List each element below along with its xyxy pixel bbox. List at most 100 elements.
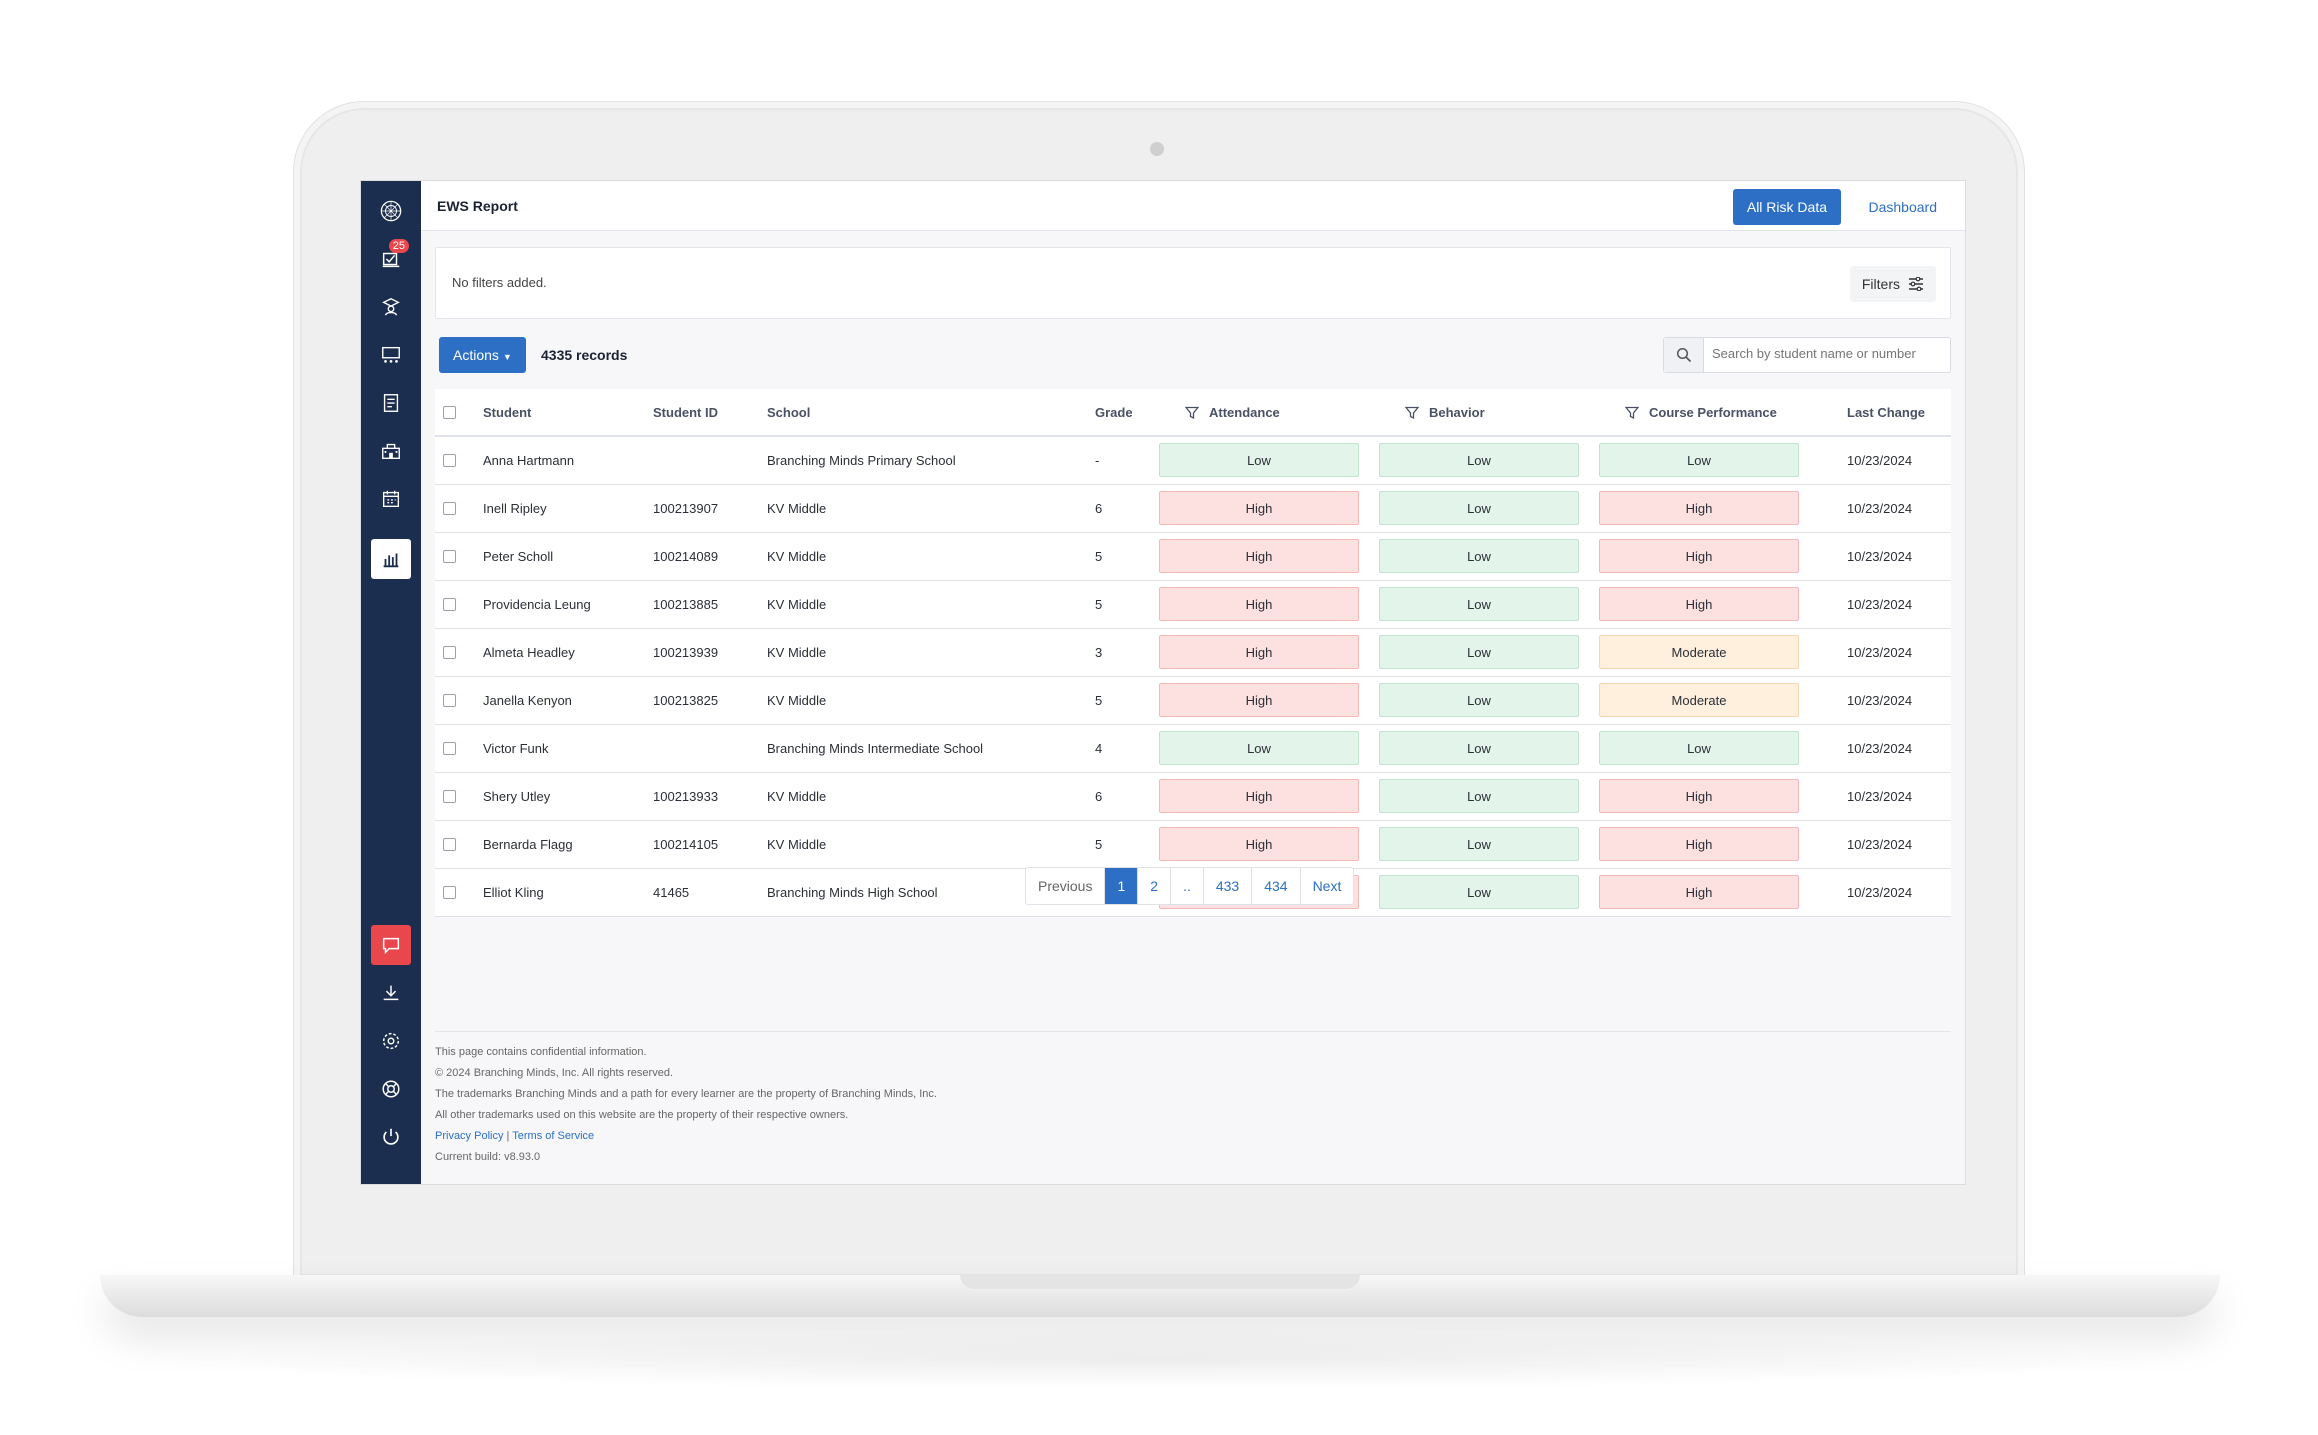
last-change-date: 10/23/2024 bbox=[1847, 645, 1913, 660]
filter-funnel-icon[interactable] bbox=[1625, 406, 1639, 420]
table-row[interactable]: Providencia Leung 100213885 KV Middle 5 10/2… bbox=[435, 581, 1951, 629]
row-checkbox[interactable] bbox=[443, 790, 456, 803]
attendance-risk-pill: High bbox=[1159, 587, 1359, 621]
student-name[interactable]: Providencia Leung bbox=[483, 597, 591, 612]
course-performance-risk-pill: High bbox=[1599, 779, 1799, 813]
student-name[interactable]: Inell Ripley bbox=[483, 501, 547, 516]
row-checkbox[interactable] bbox=[443, 742, 456, 755]
row-checkbox[interactable] bbox=[443, 502, 456, 515]
col-grade[interactable]: Grade bbox=[1095, 405, 1133, 420]
footer-other-trademarks: All other trademarks used on this websit… bbox=[435, 1109, 849, 1121]
course-performance-risk-pill: High bbox=[1599, 587, 1799, 621]
table-row[interactable]: Peter Scholl 100214089 KV Middle 5 10/23/202… bbox=[435, 533, 1951, 581]
terms-of-service-link[interactable]: Terms of Service bbox=[512, 1130, 594, 1142]
globe-logo-icon[interactable] bbox=[371, 191, 411, 231]
page-1-button[interactable]: 1 bbox=[1105, 868, 1139, 904]
student-name[interactable]: Elliot Kling bbox=[483, 885, 544, 900]
row-checkbox[interactable] bbox=[443, 694, 456, 707]
row-checkbox[interactable] bbox=[443, 646, 456, 659]
filters-button[interactable]: Filters bbox=[1849, 266, 1936, 302]
student-id: 41465 bbox=[653, 885, 690, 900]
grade: - bbox=[1095, 453, 1100, 468]
student-name[interactable]: Shery Utley bbox=[483, 789, 550, 804]
school-name: KV Middle bbox=[767, 597, 827, 612]
course-performance-risk-pill: Moderate bbox=[1599, 683, 1799, 717]
next-page-button[interactable]: Next bbox=[1301, 868, 1354, 904]
col-behavior[interactable]: Behavior bbox=[1405, 405, 1485, 420]
footer: This page contains confidential informat… bbox=[435, 1031, 1951, 1168]
classroom-icon[interactable] bbox=[371, 335, 411, 375]
grade: 5 bbox=[1095, 549, 1103, 564]
select-all-checkbox[interactable] bbox=[443, 406, 456, 419]
attendance-risk-pill: High bbox=[1159, 491, 1359, 525]
calendar-icon[interactable] bbox=[371, 479, 411, 519]
feedback-icon[interactable] bbox=[371, 925, 411, 965]
attendance-risk-pill: High bbox=[1159, 779, 1359, 813]
page-2-button[interactable]: 2 bbox=[1138, 868, 1172, 904]
dashboard-link[interactable]: Dashboard bbox=[1869, 189, 1938, 225]
col-last-change[interactable]: Last Change bbox=[1847, 405, 1925, 420]
col-student-id[interactable]: Student ID bbox=[653, 405, 718, 420]
student-name[interactable]: Bernarda Flagg bbox=[483, 837, 573, 852]
footer-confidential: This page contains confidential informat… bbox=[435, 1046, 647, 1058]
table-row[interactable]: Anna Hartmann Branching Minds Primary Sch… bbox=[435, 437, 1951, 485]
download-icon[interactable] bbox=[371, 973, 411, 1013]
last-change-date: 10/23/2024 bbox=[1847, 453, 1913, 468]
grade: 6 bbox=[1095, 789, 1103, 804]
student-name[interactable]: Peter Scholl bbox=[483, 549, 553, 564]
previous-page-button[interactable]: Previous bbox=[1026, 868, 1106, 904]
table-row[interactable]: Victor Funk Branching Minds Intermediate … bbox=[435, 725, 1951, 773]
table-row[interactable]: Janella Kenyon 100213825 KV Middle 5 10/23/2… bbox=[435, 677, 1951, 725]
col-course-performance[interactable]: Course Performance bbox=[1625, 405, 1777, 420]
last-change-date: 10/23/2024 bbox=[1847, 501, 1913, 516]
last-change-date: 10/23/2024 bbox=[1847, 693, 1913, 708]
filter-funnel-icon[interactable] bbox=[1405, 406, 1419, 420]
table-row[interactable]: Shery Utley 100213933 KV Middle 6 10/23/2024… bbox=[435, 773, 1951, 821]
student-name[interactable]: Almeta Headley bbox=[483, 645, 575, 660]
footer-trademarks: The trademarks Branching Minds and a pat… bbox=[435, 1088, 937, 1100]
course-performance-risk-pill: Moderate bbox=[1599, 635, 1799, 669]
filter-funnel-icon[interactable] bbox=[1185, 406, 1199, 420]
page-433-button[interactable]: 433 bbox=[1204, 868, 1253, 904]
school-icon[interactable] bbox=[371, 431, 411, 471]
row-checkbox[interactable] bbox=[443, 598, 456, 611]
support-icon[interactable] bbox=[371, 1069, 411, 1109]
power-icon[interactable] bbox=[371, 1117, 411, 1157]
table-row[interactable]: Bernarda Flagg 100214105 KV Middle 5 10/23/2… bbox=[435, 821, 1951, 869]
table-row[interactable]: Inell Ripley 100213907 KV Middle 6 10/23/202… bbox=[435, 485, 1951, 533]
actions-dropdown-button[interactable]: Actions ▼ bbox=[439, 337, 526, 373]
filter-bar: No filters added. Filters bbox=[435, 247, 1951, 319]
school-name: KV Middle bbox=[767, 837, 827, 852]
student-name[interactable]: Victor Funk bbox=[483, 741, 549, 756]
search-icon[interactable] bbox=[1664, 338, 1704, 372]
settings-icon[interactable] bbox=[371, 1021, 411, 1061]
behavior-risk-pill: Low bbox=[1379, 539, 1579, 573]
app-screen: 25 EWS Report All Risk Data Dashboard No… bbox=[360, 180, 1966, 1185]
privacy-policy-link[interactable]: Privacy Policy bbox=[435, 1130, 503, 1142]
grade: 5 bbox=[1095, 597, 1103, 612]
student-name[interactable]: Anna Hartmann bbox=[483, 453, 574, 468]
table-row[interactable]: Almeta Headley 100213939 KV Middle 3 10/23/2… bbox=[435, 629, 1951, 677]
chart-icon[interactable] bbox=[371, 539, 411, 579]
col-student[interactable]: Student bbox=[483, 405, 531, 420]
behavior-risk-pill: Low bbox=[1379, 587, 1579, 621]
page-434-button[interactable]: 434 bbox=[1252, 868, 1301, 904]
student-name[interactable]: Janella Kenyon bbox=[483, 693, 572, 708]
filters-button-label: Filters bbox=[1861, 276, 1900, 292]
all-risk-data-button[interactable]: All Risk Data bbox=[1732, 189, 1841, 225]
row-checkbox[interactable] bbox=[443, 454, 456, 467]
row-checkbox[interactable] bbox=[443, 550, 456, 563]
search-input[interactable] bbox=[1712, 346, 1944, 361]
school-name: KV Middle bbox=[767, 549, 827, 564]
notebook-icon[interactable] bbox=[371, 383, 411, 423]
footer-links: Privacy Policy | Terms of Service bbox=[435, 1126, 1951, 1147]
col-school[interactable]: School bbox=[767, 405, 810, 420]
tasks-icon[interactable]: 25 bbox=[371, 239, 411, 279]
grade: 5 bbox=[1095, 693, 1103, 708]
col-attendance[interactable]: Attendance bbox=[1185, 405, 1280, 420]
student-icon[interactable] bbox=[371, 287, 411, 327]
school-name: Branching Minds High School bbox=[767, 885, 938, 900]
row-checkbox[interactable] bbox=[443, 838, 456, 851]
actions-label: Actions bbox=[453, 347, 499, 363]
row-checkbox[interactable] bbox=[443, 886, 456, 899]
